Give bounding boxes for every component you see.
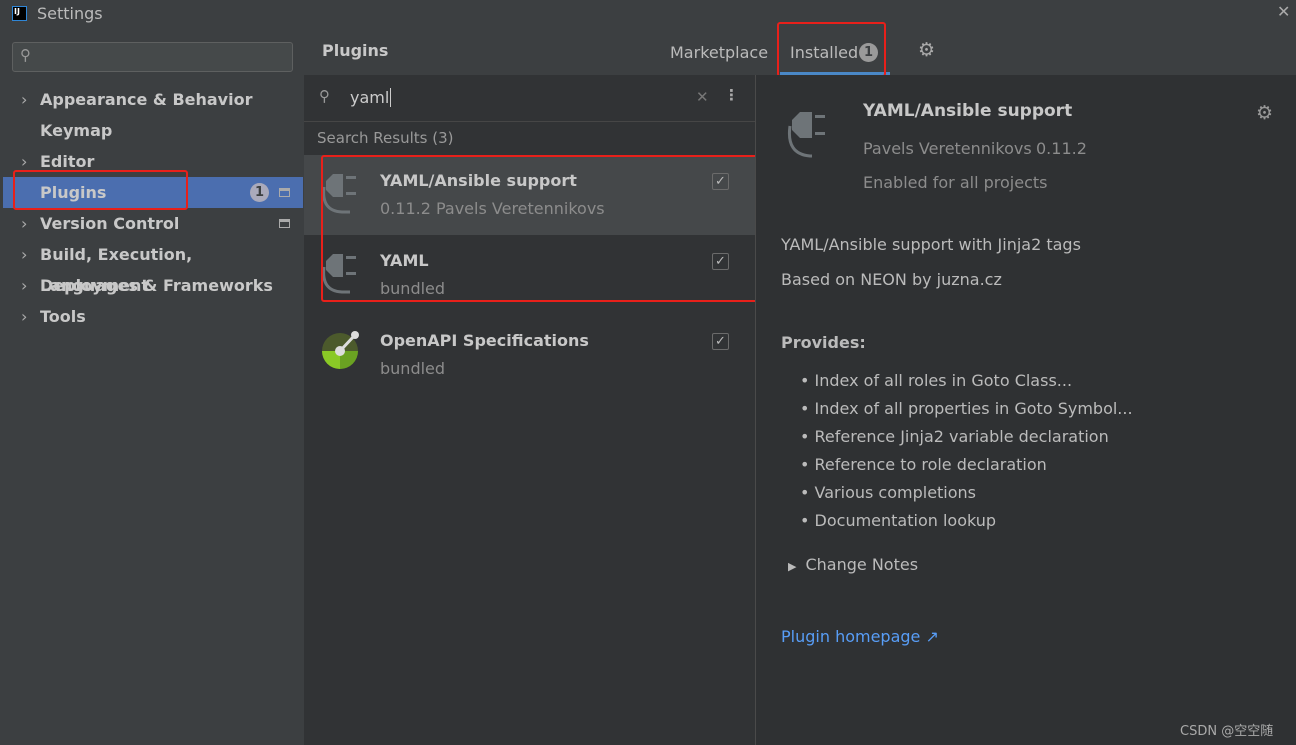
sidebar-item-label: Appearance & Behavior [40, 90, 253, 109]
detail-description-2: Based on NEON by juzna.cz [781, 270, 1002, 289]
project-scope-icon [279, 219, 290, 228]
enable-checkbox[interactable]: ✓ [712, 333, 729, 350]
change-notes-toggle[interactable]: ▶ Change Notes [788, 555, 918, 574]
detail-name: YAML/Ansible support [863, 101, 1073, 121]
watermark: CSDN @空空随 [1180, 724, 1274, 739]
provides-text: Documentation lookup [814, 511, 997, 530]
search-icon: ⚲ [319, 87, 330, 105]
plugin-search[interactable]: ⚲ yaml ✕ ⋮ [304, 75, 755, 122]
annotation-box-installed [777, 22, 886, 77]
provides-text: Index of all roles in Goto Class... [814, 371, 1073, 390]
detail-description: YAML/Ansible support with Jinja2 tags [781, 235, 1081, 254]
provides-item: • Index of all roles in Goto Class... [800, 371, 1073, 390]
sidebar-item-label: Keymap [40, 121, 113, 140]
page-title: Plugins [322, 41, 389, 60]
sidebar: ⚲ › Appearance & Behavior Keymap › Editor Plu… [3, 28, 303, 745]
provides-text: Index of all properties in Goto Symbol..… [814, 399, 1133, 418]
sidebar-search-input[interactable]: ⚲ [12, 42, 293, 72]
provides-item: • Reference Jinja2 variable declaration [800, 427, 1109, 446]
more-options-icon[interactable]: ⋮ [724, 86, 739, 104]
chevron-right-icon: › [21, 245, 28, 264]
plugin-search-input[interactable]: yaml [350, 88, 392, 107]
plugin-subtitle: bundled [380, 359, 446, 378]
sidebar-item-tools[interactable]: › Tools [3, 301, 303, 332]
provides-text: Reference to role declaration [814, 455, 1047, 474]
plugin-icon [787, 112, 825, 158]
sidebar-item-languages-frameworks[interactable]: › Languages & Frameworks [3, 270, 303, 301]
clear-icon[interactable]: ✕ [696, 88, 709, 106]
plugin-homepage-link[interactable]: Plugin homepage ↗ [781, 627, 939, 646]
detail-gear-icon[interactable]: ⚙ [1256, 102, 1273, 124]
provides-text: Reference Jinja2 variable declaration [814, 427, 1109, 446]
provides-item: • Various completions [800, 483, 977, 502]
sidebar-item-label: Tools [40, 307, 86, 326]
tab-marketplace[interactable]: Marketplace [670, 43, 768, 62]
search-icon: ⚲ [20, 46, 31, 64]
sidebar-item-appearance-behavior[interactable]: › Appearance & Behavior [3, 84, 303, 115]
close-icon[interactable]: ✕ [1277, 2, 1290, 21]
chevron-right-icon: › [21, 307, 28, 326]
annotation-box-results [321, 155, 781, 302]
detail-version: 0.11.2 [1036, 139, 1087, 158]
annotation-box-plugins [13, 170, 188, 210]
openapi-icon [320, 327, 364, 375]
provides-item: • Documentation lookup [800, 511, 997, 530]
app-logo: IJ [12, 6, 27, 21]
provides-heading: Provides: [781, 333, 866, 352]
sidebar-item-label: Languages & Frameworks [40, 276, 273, 295]
provides-item: • Index of all properties in Goto Symbol… [800, 399, 1133, 418]
plugin-detail-panel: YAML/Ansible support ⚙ Pavels Veretennik… [756, 75, 1296, 745]
change-notes-label: Change Notes [805, 555, 919, 574]
update-badge: 1 [250, 183, 269, 202]
window-title: Settings [37, 4, 103, 23]
triangle-right-icon: ▶ [788, 560, 797, 573]
results-label: Search Results (3) [317, 129, 454, 147]
panel-divider [755, 75, 756, 745]
provides-text: Various completions [814, 483, 977, 502]
provides-item: • Reference to role declaration [800, 455, 1047, 474]
plugin-list-item[interactable]: OpenAPI Specifications bundled ✓ [304, 315, 755, 395]
sidebar-item-keymap[interactable]: Keymap [3, 115, 303, 146]
title-bar: IJ Settings ✕ [0, 0, 1296, 28]
gear-icon[interactable]: ⚙ [918, 39, 935, 61]
chevron-right-icon: › [21, 214, 28, 233]
project-scope-icon [279, 188, 290, 197]
chevron-right-icon: › [21, 276, 28, 295]
sidebar-item-build-execution-deployment[interactable]: › Build, Execution, Deployment [3, 239, 303, 295]
detail-vendor: Pavels Veretennikovs [863, 139, 1032, 158]
chevron-right-icon: › [21, 90, 28, 109]
sidebar-item-label: Version Control [40, 214, 180, 233]
sidebar-item-version-control[interactable]: › Version Control [3, 208, 303, 239]
plugin-name: OpenAPI Specifications [380, 331, 589, 350]
detail-status: Enabled for all projects [863, 173, 1048, 192]
